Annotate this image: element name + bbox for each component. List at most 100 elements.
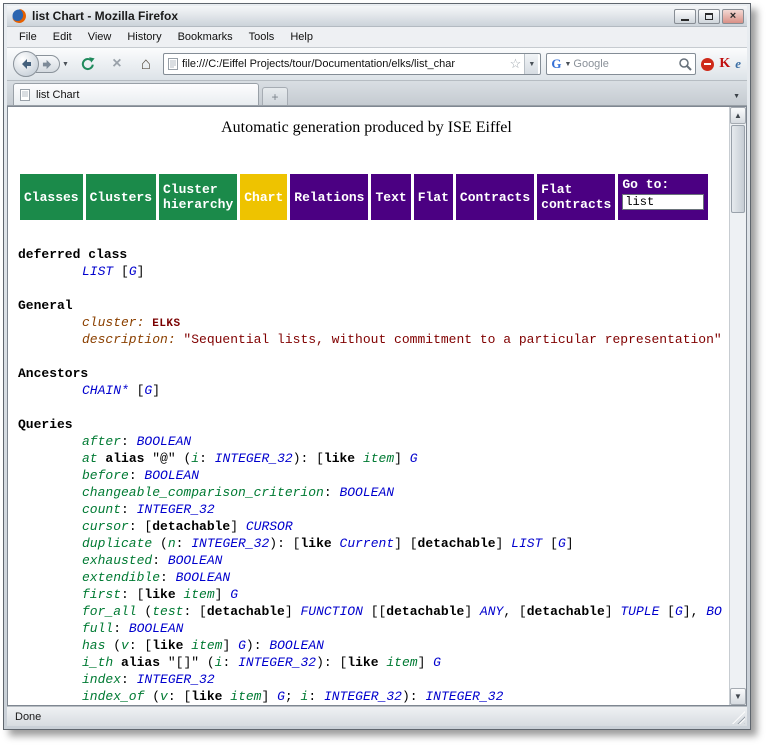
class-link[interactable]: BOOLEAN [269, 638, 324, 653]
class-link[interactable]: BOOLEAN [176, 570, 231, 585]
menu-view[interactable]: View [80, 28, 120, 46]
feature-link[interactable]: item [183, 587, 214, 602]
scrollbar-thumb[interactable] [731, 125, 745, 213]
chart-nav-contracts[interactable]: Contracts [456, 174, 534, 220]
home-button[interactable]: ⌂ [134, 52, 158, 76]
feature-link[interactable]: full [82, 621, 113, 636]
class-link[interactable]: CURSOR [246, 519, 293, 534]
feature-link[interactable]: extendible [82, 570, 160, 585]
reload-button[interactable] [76, 52, 100, 76]
menu-history[interactable]: History [119, 28, 169, 46]
feature-link[interactable]: first [82, 587, 121, 602]
scroll-down-button[interactable]: ▼ [730, 688, 746, 705]
feature-link[interactable]: before [82, 468, 129, 483]
search-engine-dropdown-icon[interactable]: ▼ [562, 61, 573, 68]
close-button[interactable]: × [722, 9, 744, 24]
feature-link[interactable]: index [82, 672, 121, 687]
maximize-button[interactable] [698, 9, 720, 24]
class-link[interactable]: BO [706, 604, 722, 619]
search-magnifier-icon[interactable] [678, 57, 692, 71]
url-input[interactable] [182, 58, 507, 70]
feature-link[interactable]: i [191, 451, 199, 466]
tab-list-chart[interactable]: list Chart [13, 83, 259, 105]
cluster-link[interactable]: ELKS [152, 318, 180, 330]
list-all-tabs-button[interactable]: ▼ [733, 93, 740, 100]
minimize-button[interactable] [674, 9, 696, 24]
feature-link[interactable]: index_of [82, 689, 144, 704]
history-dropdown-icon[interactable]: ▼ [60, 61, 71, 68]
menu-tools[interactable]: Tools [241, 28, 283, 46]
class-link[interactable]: G [238, 638, 246, 653]
goto-input[interactable] [622, 194, 704, 210]
back-button[interactable] [13, 51, 39, 77]
feature-link[interactable]: n [168, 536, 176, 551]
feature-link[interactable]: item [363, 451, 394, 466]
chart-nav-flat-contracts[interactable]: Flat contracts [537, 174, 615, 220]
feature-link[interactable]: after [82, 434, 121, 449]
feature-link[interactable]: duplicate [82, 536, 152, 551]
search-input[interactable] [573, 58, 678, 70]
title-bar[interactable]: list Chart - Mozilla Firefox × [7, 6, 747, 27]
feature-link[interactable]: test [152, 604, 183, 619]
class-link[interactable]: TUPLE [620, 604, 659, 619]
class-link[interactable]: INTEGER_32 [425, 689, 503, 704]
feature-link[interactable]: cursor [82, 519, 129, 534]
class-link[interactable]: INTEGER_32 [191, 536, 269, 551]
feature-link[interactable]: i_th [82, 655, 113, 670]
class-link[interactable]: INTEGER_32 [324, 689, 402, 704]
extension-icon-k[interactable]: K [719, 56, 730, 72]
chart-nav-cluster-hierarchy[interactable]: Cluster hierarchy [159, 174, 237, 220]
menu-file[interactable]: File [11, 28, 45, 46]
forward-button[interactable] [36, 55, 60, 73]
class-link[interactable]: INTEGER_32 [238, 655, 316, 670]
class-link[interactable]: G [277, 689, 285, 704]
menu-help[interactable]: Help [282, 28, 321, 46]
chart-nav-relations[interactable]: Relations [290, 174, 368, 220]
class-link[interactable]: Current [340, 536, 395, 551]
class-link[interactable]: INTEGER_32 [137, 672, 215, 687]
class-link[interactable]: INTEGER_32 [215, 451, 293, 466]
stop-button[interactable]: × [105, 52, 129, 76]
class-link[interactable]: INTEGER_32 [137, 502, 215, 517]
search-box[interactable]: G ▼ [546, 53, 696, 75]
feature-link[interactable]: v [160, 689, 168, 704]
class-link[interactable]: CHAIN* [82, 383, 129, 398]
class-link[interactable]: G [410, 451, 418, 466]
feature-link[interactable]: exhausted [82, 553, 152, 568]
class-link[interactable]: G [433, 655, 441, 670]
class-link[interactable]: G [558, 536, 566, 551]
extension-icon-e[interactable]: e [735, 56, 741, 72]
new-tab-button[interactable]: + [262, 87, 288, 105]
extension-icon-red-badge[interactable] [701, 58, 714, 71]
class-link[interactable]: G [230, 587, 238, 602]
feature-link[interactable]: v [121, 638, 129, 653]
chart-nav-classes[interactable]: Classes [20, 174, 83, 220]
class-link[interactable]: BOOLEAN [168, 553, 223, 568]
feature-link[interactable]: item [230, 689, 261, 704]
class-link[interactable]: LIST [511, 536, 542, 551]
class-link[interactable]: ANY [480, 604, 503, 619]
menu-bookmarks[interactable]: Bookmarks [170, 28, 241, 46]
feature-link[interactable]: at [82, 451, 98, 466]
class-link[interactable]: G [675, 604, 683, 619]
resize-grip[interactable] [732, 711, 745, 724]
chart-nav-text[interactable]: Text [371, 174, 410, 220]
url-dropdown-button[interactable]: ▼ [524, 54, 538, 74]
scroll-up-button[interactable]: ▲ [730, 107, 746, 124]
bookmark-star-icon[interactable]: ☆ [507, 56, 525, 72]
feature-link[interactable]: for_all [82, 604, 137, 619]
class-link[interactable]: G [129, 264, 137, 279]
vertical-scrollbar[interactable]: ▲ ▼ [729, 107, 746, 705]
class-link[interactable]: BOOLEAN [137, 434, 192, 449]
class-link[interactable]: BOOLEAN [339, 485, 394, 500]
feature-link[interactable]: item [191, 638, 222, 653]
class-link[interactable]: BOOLEAN [144, 468, 199, 483]
feature-link[interactable]: changeable_comparison_criterion [82, 485, 324, 500]
url-bar[interactable]: ☆ ▼ [163, 53, 541, 75]
class-link[interactable]: LIST [82, 264, 113, 279]
chart-nav-chart[interactable]: Chart [240, 174, 287, 220]
class-link[interactable]: FUNCTION [300, 604, 362, 619]
menu-edit[interactable]: Edit [45, 28, 80, 46]
feature-link[interactable]: count [82, 502, 121, 517]
feature-link[interactable]: item [386, 655, 417, 670]
